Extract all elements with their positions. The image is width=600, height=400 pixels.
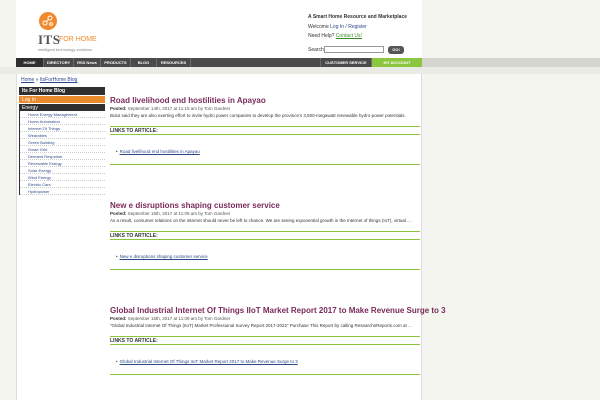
links-divider bbox=[110, 163, 420, 165]
nav-customer-service[interactable]: CUSTOMER SERVICE bbox=[320, 58, 372, 67]
post-title[interactable]: Road livelihood end hostilities in Apaya… bbox=[110, 96, 420, 105]
sidebar-item-home-automation[interactable]: Home Automation bbox=[20, 118, 105, 125]
post-links: New e disruptions shaping customer servi… bbox=[110, 245, 420, 263]
post-body: Bulut said they are also exerting effort… bbox=[110, 113, 406, 118]
blog-post: Road livelihood end hostilities in Apaya… bbox=[110, 96, 420, 165]
sub-nav-strip bbox=[0, 67, 600, 74]
article-link[interactable]: Global Industrial Internet Of Things IIo… bbox=[116, 359, 298, 364]
links-divider bbox=[110, 268, 420, 270]
nav-products[interactable]: PRODUCTS bbox=[101, 58, 131, 67]
post-body: “Global Industrial Internet Of Things (I… bbox=[110, 323, 412, 328]
login-register-link[interactable]: Log In / Register bbox=[330, 24, 367, 30]
search-label: Search bbox=[308, 47, 324, 53]
sidebar-item-hydropower[interactable]: Hydropower bbox=[20, 188, 105, 195]
post-meta: Posted: September 15th, 2017 at 11:09 am… bbox=[110, 211, 420, 216]
post-title[interactable]: New e disruptions shaping customer servi… bbox=[110, 201, 420, 210]
sidebar-item-demand-response[interactable]: Demand Response bbox=[20, 153, 105, 160]
sidebar-item-internet-of-things[interactable]: Internet Of Things bbox=[20, 125, 105, 132]
post-meta: Posted: September 14th, 2017 at 11:15 am… bbox=[110, 106, 420, 111]
nav-directory[interactable]: DIRECTORY bbox=[44, 58, 74, 67]
sidebar-login[interactable]: Log In bbox=[19, 95, 105, 103]
blog-post: New e disruptions shaping customer servi… bbox=[110, 201, 420, 270]
post-title[interactable]: Global Industrial Internet Of Things IIo… bbox=[110, 306, 446, 315]
site-header: ITS FOR HOME intelligent technology solu… bbox=[16, 0, 422, 60]
sidebar-item-smart-grid[interactable]: Smart Grid bbox=[20, 146, 105, 153]
site-tagline: A Smart Home Resource and Marketplace bbox=[308, 14, 408, 20]
search-button[interactable]: GO! bbox=[388, 46, 404, 54]
sidebar-item-electric-cars[interactable]: Electric Cars bbox=[20, 181, 105, 188]
post-links: Road livelihood end hostilities in Apaya… bbox=[110, 140, 420, 158]
sidebar-item-solar-energy[interactable]: Solar Energy bbox=[20, 167, 105, 174]
logo-icon[interactable] bbox=[39, 12, 57, 30]
contact-us-link[interactable]: Contact Us! bbox=[336, 33, 362, 39]
logo-tagline: intelligent technology solutions bbox=[38, 47, 93, 52]
help-line: Need Help? Contact Us! bbox=[308, 33, 362, 39]
welcome-text: Welcome bbox=[308, 24, 331, 30]
nav-blog[interactable]: BLOG bbox=[131, 58, 157, 67]
logo-text[interactable]: ITS bbox=[38, 32, 60, 48]
content-area: Home » ItsForHome Blog Its For Home Blog… bbox=[16, 74, 446, 400]
nav-resources[interactable]: RESOURCES bbox=[157, 58, 191, 67]
help-text: Need Help? bbox=[308, 33, 336, 39]
post-meta-label: Posted: bbox=[110, 211, 127, 216]
breadcrumb: Home » ItsForHome Blog bbox=[21, 77, 77, 83]
nav-home[interactable]: HOME bbox=[16, 58, 44, 67]
sidebar-item-wearables[interactable]: Wearables bbox=[20, 132, 105, 139]
post-meta-label: Posted: bbox=[110, 106, 127, 111]
welcome-line: Welcome Log In / Register bbox=[308, 24, 367, 30]
article-link[interactable]: New e disruptions shaping customer servi… bbox=[116, 254, 208, 259]
post-meta-text: September 15th, 2017 at 11:09 am by Tom … bbox=[126, 316, 231, 321]
links-heading: LINKS TO ARTICLE: bbox=[110, 230, 420, 240]
links-heading: LINKS TO ARTICLE: bbox=[110, 125, 420, 135]
breadcrumb-current[interactable]: ItsForHome Blog bbox=[40, 77, 78, 83]
blog-post: Global Industrial Internet Of Things IIo… bbox=[110, 306, 446, 375]
post-meta-text: September 15th, 2017 at 11:09 am by Tom … bbox=[126, 211, 231, 216]
sidebar-item-wind-energy[interactable]: Wind Energy bbox=[20, 174, 105, 181]
main-nav: HOME DIRECTORY RSS News PRODUCTS BLOG RE… bbox=[16, 58, 422, 67]
sidebar-list: Home Energy Management Home Automation I… bbox=[19, 111, 105, 195]
sidebar: Its For Home Blog Log In Energy Home Ene… bbox=[19, 87, 105, 195]
post-body: As a result, consumer relations on the i… bbox=[110, 218, 411, 223]
sidebar-item-green-building[interactable]: Green Building bbox=[20, 139, 105, 146]
sidebar-item-renewable-energy[interactable]: Renewable Energy bbox=[20, 160, 105, 167]
links-heading: LINKS TO ARTICLE: bbox=[110, 335, 420, 345]
sidebar-category-energy[interactable]: Energy bbox=[19, 103, 105, 111]
nav-rss-news[interactable]: RSS News bbox=[74, 58, 101, 67]
post-meta-label: Posted: bbox=[110, 316, 127, 321]
links-divider bbox=[110, 373, 420, 375]
post-meta: Posted: September 15th, 2017 at 11:09 am… bbox=[110, 316, 420, 321]
sidebar-heading: Its For Home Blog bbox=[19, 87, 105, 95]
post-links: Global Industrial Internet Of Things IIo… bbox=[110, 350, 420, 368]
search-input[interactable] bbox=[324, 46, 384, 53]
article-link[interactable]: Road livelihood end hostilities in Apaya… bbox=[116, 149, 200, 154]
nav-accent-strip bbox=[422, 58, 600, 67]
sidebar-item-home-energy-management[interactable]: Home Energy Management bbox=[20, 111, 105, 118]
nav-my-account[interactable]: MY ACCOUNT bbox=[372, 58, 422, 67]
post-meta-text: September 14th, 2017 at 11:15 am by Tom … bbox=[126, 106, 231, 111]
breadcrumb-home[interactable]: Home bbox=[21, 77, 34, 83]
logo-subtext: FOR HOME bbox=[59, 36, 97, 43]
